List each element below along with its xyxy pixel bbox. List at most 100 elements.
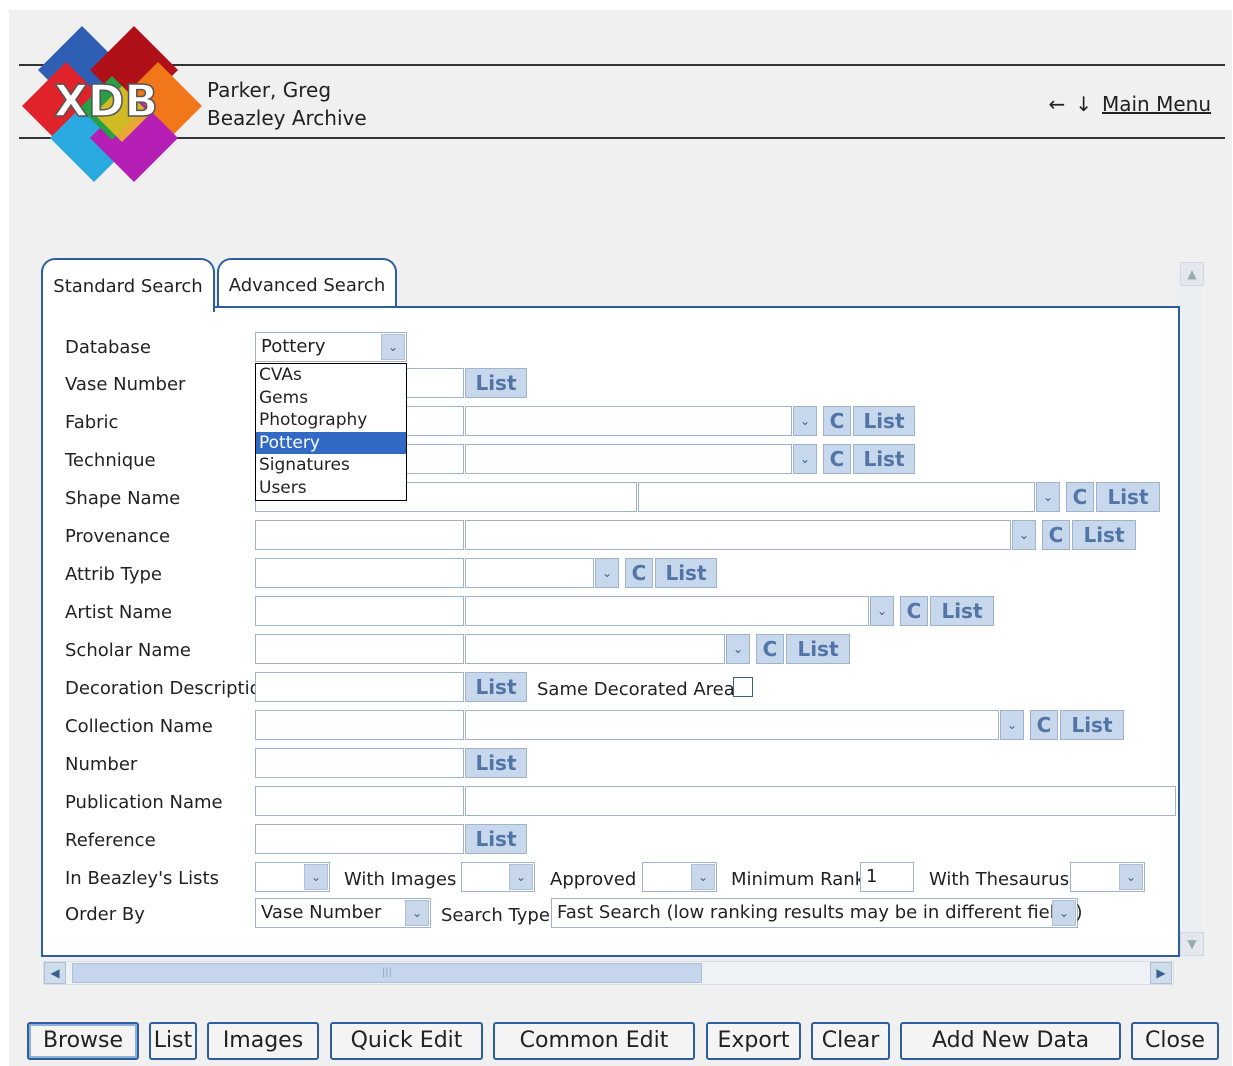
xdb-logo: XDB <box>22 26 202 182</box>
artist-name-clear-button[interactable]: C <box>900 596 928 626</box>
collection-name-clear-button[interactable]: C <box>1030 710 1058 740</box>
provenance-input[interactable] <box>255 520 464 550</box>
database-option-selected[interactable]: Pottery <box>256 431 406 454</box>
horizontal-scrollbar-thumb[interactable]: ||| <box>72 963 702 983</box>
artist-name-input[interactable] <box>255 596 464 626</box>
fabric-clear-button[interactable]: C <box>823 406 851 436</box>
attrib-type-input[interactable] <box>255 558 464 588</box>
add-new-data-button[interactable]: Add New Data <box>900 1022 1121 1060</box>
fabric-chevron-down-icon[interactable]: ⌄ <box>793 406 817 436</box>
back-arrow-icon[interactable]: ← <box>1048 92 1065 116</box>
archive-name: Beazley Archive <box>207 106 367 130</box>
collection-name-input[interactable] <box>255 710 464 740</box>
chevron-down-icon[interactable]: ⌄ <box>304 864 328 890</box>
database-select-value: Pottery <box>261 336 326 357</box>
close-button[interactable]: Close <box>1131 1022 1219 1060</box>
provenance-chevron-down-icon[interactable]: ⌄ <box>1012 520 1036 550</box>
quick-edit-button[interactable]: Quick Edit <box>330 1022 483 1060</box>
scholar-name-list-button[interactable]: List <box>786 634 850 664</box>
same-decorated-area-checkbox[interactable] <box>733 677 753 697</box>
label-order-by: Order By <box>65 904 145 925</box>
order-by-value: Vase Number <box>261 902 382 923</box>
publication-name-input[interactable] <box>255 786 464 816</box>
label-provenance: Provenance <box>65 526 171 547</box>
provenance-select[interactable] <box>465 520 1011 550</box>
vase-number-list-button[interactable]: List <box>465 368 527 398</box>
main-menu-link[interactable]: Main Menu <box>1102 92 1211 116</box>
chevron-down-icon[interactable]: ⌄ <box>381 334 405 360</box>
shape-name-clear-button[interactable]: C <box>1066 482 1094 512</box>
list-button[interactable]: List <box>149 1022 197 1060</box>
collection-name-select[interactable] <box>465 710 999 740</box>
reference-input[interactable] <box>255 824 464 854</box>
tab-standard-search[interactable]: Standard Search <box>41 258 215 312</box>
provenance-clear-button[interactable]: C <box>1042 520 1070 550</box>
shape-name-select[interactable] <box>638 482 1035 512</box>
export-button[interactable]: Export <box>706 1022 801 1060</box>
number-list-button[interactable]: List <box>465 748 527 778</box>
search-type-select[interactable]: Fast Search (low ranking results may be … <box>551 898 1082 928</box>
scholar-name-input[interactable] <box>255 634 464 664</box>
scroll-left-icon[interactable]: ◀ <box>44 962 66 984</box>
collection-name-list-button[interactable]: List <box>1060 710 1124 740</box>
with-thesaurus-select[interactable]: ⌄ <box>1070 862 1145 892</box>
collection-name-chevron-down-icon[interactable]: ⌄ <box>1000 710 1024 740</box>
scroll-down-icon[interactable]: ▼ <box>1180 932 1204 956</box>
artist-name-select[interactable] <box>465 596 869 626</box>
number-input[interactable] <box>255 748 464 778</box>
scroll-up-icon[interactable]: ▲ <box>1180 262 1204 286</box>
decoration-description-list-button[interactable]: List <box>465 672 527 702</box>
scholar-name-select[interactable] <box>465 634 725 664</box>
chevron-down-icon[interactable]: ⌄ <box>509 864 533 890</box>
artist-name-chevron-down-icon[interactable]: ⌄ <box>870 596 894 626</box>
fabric-list-button[interactable]: List <box>853 406 915 436</box>
search-form-panel <box>41 306 1180 957</box>
in-beazleys-lists-select[interactable]: ⌄ <box>255 862 330 892</box>
provenance-list-button[interactable]: List <box>1072 520 1136 550</box>
shape-name-list-button[interactable]: List <box>1096 482 1160 512</box>
browse-button[interactable]: Browse <box>27 1022 139 1060</box>
search-type-value: Fast Search (low ranking results may be … <box>557 902 1083 923</box>
attrib-type-list-button[interactable]: List <box>655 558 717 588</box>
artist-name-list-button[interactable]: List <box>930 596 994 626</box>
technique-chevron-down-icon[interactable]: ⌄ <box>793 444 817 474</box>
images-button[interactable]: Images <box>207 1022 319 1060</box>
reference-list-button[interactable]: List <box>465 824 527 854</box>
minimum-rank-input[interactable]: 1 <box>860 862 914 892</box>
order-by-select[interactable]: Vase Number ⌄ <box>255 898 431 928</box>
database-option[interactable]: Signatures <box>256 454 406 477</box>
attrib-type-clear-button[interactable]: C <box>625 558 653 588</box>
technique-select[interactable] <box>465 444 792 474</box>
clear-button[interactable]: Clear <box>811 1022 890 1060</box>
chevron-down-icon[interactable]: ⌄ <box>1052 900 1076 926</box>
technique-list-button[interactable]: List <box>853 444 915 474</box>
technique-clear-button[interactable]: C <box>823 444 851 474</box>
approved-select[interactable]: ⌄ <box>642 862 717 892</box>
scroll-right-icon[interactable]: ▶ <box>1150 962 1172 984</box>
chevron-down-icon[interactable]: ⌄ <box>405 900 429 926</box>
scholar-name-chevron-down-icon[interactable]: ⌄ <box>726 634 750 664</box>
database-option[interactable]: Gems <box>256 387 406 410</box>
database-select[interactable]: Pottery ⌄ <box>255 332 407 362</box>
database-option[interactable]: CVAs <box>256 364 406 387</box>
attrib-type-chevron-down-icon[interactable]: ⌄ <box>595 558 619 588</box>
with-images-select[interactable]: ⌄ <box>461 862 535 892</box>
fabric-select[interactable] <box>465 406 792 436</box>
chevron-down-icon[interactable]: ⌄ <box>691 864 715 890</box>
down-arrow-icon[interactable]: ↓ <box>1075 92 1092 116</box>
common-edit-button[interactable]: Common Edit <box>493 1022 695 1060</box>
scholar-name-clear-button[interactable]: C <box>756 634 784 664</box>
minimum-rank-label: Minimum Rank <box>731 869 866 890</box>
database-option[interactable]: Photography <box>256 409 406 432</box>
label-in-beazleys-lists: In Beazley's Lists <box>65 868 219 889</box>
decoration-description-input[interactable] <box>255 672 464 702</box>
with-images-label: With Images <box>344 869 457 890</box>
chevron-down-icon[interactable]: ⌄ <box>1119 864 1143 890</box>
database-options-list[interactable]: CVAs Gems Photography Pottery Signatures… <box>255 363 407 501</box>
shape-name-chevron-down-icon[interactable]: ⌄ <box>1036 482 1060 512</box>
tab-advanced-search[interactable]: Advanced Search <box>217 258 397 310</box>
publication-name-select[interactable] <box>465 786 1176 816</box>
database-option[interactable]: Users <box>256 477 406 500</box>
same-decorated-area-label: Same Decorated Area <box>537 679 735 700</box>
attrib-type-select[interactable] <box>465 558 594 588</box>
